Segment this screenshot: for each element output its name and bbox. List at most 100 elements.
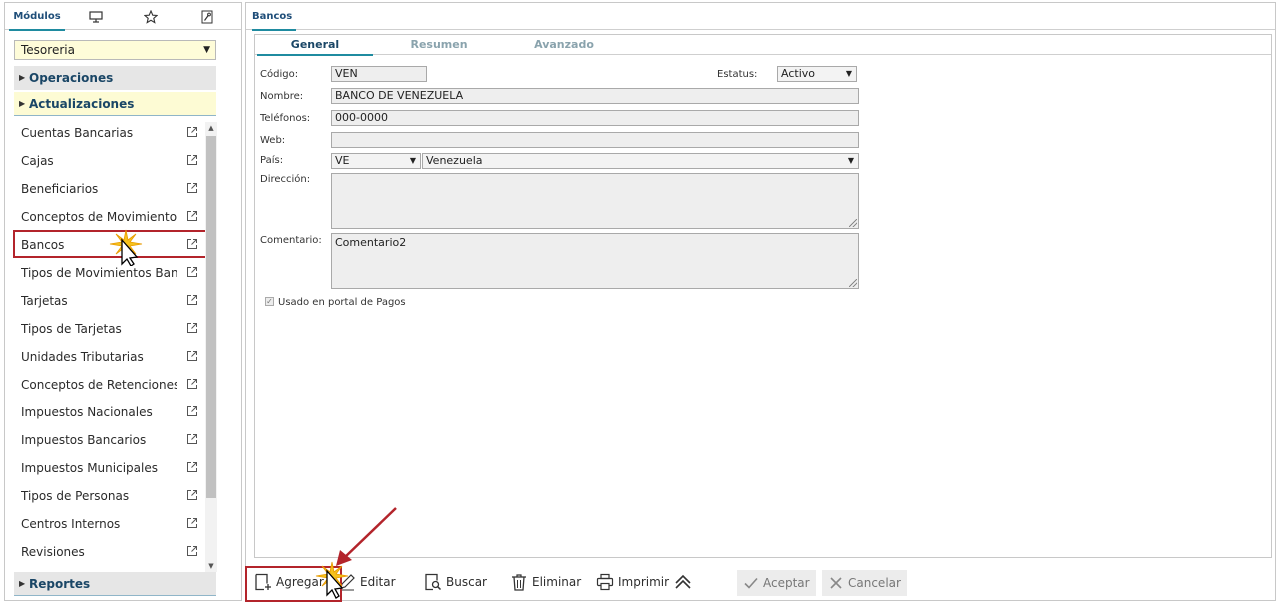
collapse-button[interactable] — [674, 567, 696, 597]
external-link-icon[interactable] — [186, 182, 198, 194]
comentario-label: Comentario: — [260, 235, 322, 246]
pais-code-select[interactable]: VE ▼ — [331, 153, 421, 169]
panel-title[interactable]: Bancos — [252, 3, 297, 31]
tab-resumen[interactable]: Resumen — [389, 35, 489, 55]
external-link-icon[interactable] — [186, 461, 198, 473]
agregar-button[interactable]: Agregar — [254, 567, 324, 597]
tab-general[interactable]: General — [257, 35, 373, 56]
menu-item-cajas[interactable]: Cajas — [14, 148, 204, 174]
menu-item-unidades-tributarias[interactable]: Unidades Tributarias — [14, 344, 204, 370]
external-link-icon[interactable] — [186, 517, 198, 529]
section-actualizaciones-label: Actualizaciones — [29, 97, 135, 111]
tab-desktop[interactable] — [71, 3, 121, 30]
comentario-textarea[interactable]: Comentario2 — [331, 233, 859, 289]
comentario-value: Comentario2 — [335, 236, 407, 249]
scroll-down-icon[interactable]: ▼ — [205, 560, 217, 572]
module-select[interactable]: Tesoreria ▼ — [14, 40, 216, 60]
external-link-icon[interactable] — [186, 154, 198, 166]
scrollbar-thumb[interactable] — [206, 136, 216, 498]
estatus-select[interactable]: Activo ▼ — [777, 66, 857, 82]
menu-item-tarjetas[interactable]: Tarjetas — [14, 288, 204, 314]
menu-item-tipos-de-tarjetas[interactable]: Tipos de Tarjetas — [14, 316, 204, 342]
menu-item-impuestos-bancarios[interactable]: Impuestos Bancarios — [14, 427, 204, 453]
menu-item-label: Tipos de Tarjetas — [21, 322, 122, 336]
menu-item-tipos-de-movimientos-bancarios[interactable]: Tipos de Movimientos Bancarios — [14, 260, 204, 286]
external-link-icon[interactable] — [186, 433, 198, 445]
web-field[interactable] — [331, 132, 859, 148]
menu-item-cuentas-bancarias[interactable]: Cuentas Bancarias — [14, 120, 204, 146]
dropdown-arrow-icon: ▼ — [203, 45, 210, 55]
menu-item-conceptos-de-movimientos[interactable]: Conceptos de Movimientos — [14, 204, 204, 230]
section-operaciones[interactable]: ▶ Operaciones — [14, 66, 216, 90]
left-tab-bar: Módulos — [5, 3, 241, 31]
menu-item-label: Impuestos Municipales — [21, 461, 158, 475]
cancelar-label: Cancelar — [848, 576, 901, 590]
tab-avanzado[interactable]: Avanzado — [509, 35, 619, 55]
caret-right-icon: ▶ — [19, 99, 26, 108]
direccion-textarea[interactable] — [331, 173, 859, 229]
tab-modulos[interactable]: Módulos — [5, 3, 69, 31]
portal-pagos-checkbox[interactable]: ✓ — [265, 297, 274, 306]
imprimir-label: Imprimir — [618, 575, 670, 589]
tab-tools[interactable] — [181, 3, 233, 30]
tab-favorites[interactable] — [125, 3, 177, 30]
editar-button[interactable]: Editar — [338, 567, 396, 597]
add-document-icon — [255, 573, 271, 591]
pais-name-value: Venezuela — [426, 154, 483, 167]
pais-label: País: — [260, 155, 284, 166]
caret-right-icon: ▶ — [19, 579, 26, 588]
scroll-up-icon[interactable]: ▲ — [205, 122, 217, 134]
telefonos-label: Teléfonos: — [260, 113, 311, 124]
menu-scrollbar[interactable]: ▲ ▼ — [205, 122, 217, 572]
section-reportes[interactable]: ▶ Reportes — [14, 572, 216, 596]
menu-item-label: Tipos de Personas — [21, 489, 130, 503]
section-actualizaciones[interactable]: ▶ Actualizaciones — [14, 92, 216, 116]
cancelar-button[interactable]: Cancelar — [822, 570, 907, 596]
menu-item-impuestos-municipales[interactable]: Impuestos Municipales — [14, 455, 204, 481]
external-link-icon[interactable] — [186, 378, 198, 390]
external-link-icon[interactable] — [186, 294, 198, 306]
external-link-icon[interactable] — [186, 489, 198, 501]
resize-grip-icon[interactable] — [849, 279, 857, 287]
imprimir-button[interactable]: Imprimir — [596, 567, 669, 597]
panel-header: Bancos — [246, 3, 1275, 31]
external-link-icon[interactable] — [186, 405, 198, 417]
telefonos-field[interactable]: 000-0000 — [331, 110, 859, 126]
menu-item-label: Impuestos Bancarios — [21, 433, 147, 447]
eliminar-button[interactable]: Eliminar — [510, 567, 581, 597]
trash-icon — [512, 574, 526, 591]
close-icon — [830, 577, 842, 589]
menu-item-bancos[interactable]: Bancos — [14, 232, 204, 258]
external-link-icon[interactable] — [186, 350, 198, 362]
external-link-icon[interactable] — [186, 322, 198, 334]
actualizaciones-menu-list: Cuentas Bancarias Cajas Beneficiarios Co… — [14, 118, 204, 570]
menu-item-label: Beneficiarios — [21, 182, 99, 196]
menu-item-label: Impuestos Nacionales — [21, 405, 153, 419]
estatus-label: Estatus: — [717, 69, 758, 80]
codigo-field[interactable]: VEN — [331, 66, 427, 82]
menu-item-label: Tarjetas — [21, 294, 68, 308]
external-link-icon[interactable] — [186, 266, 198, 278]
menu-item-label: Revisiones — [21, 545, 85, 559]
external-link-icon[interactable] — [186, 545, 198, 557]
resize-grip-icon[interactable] — [849, 219, 857, 227]
pais-name-select[interactable]: Venezuela ▼ — [422, 153, 859, 169]
menu-item-beneficiarios[interactable]: Beneficiarios — [14, 176, 204, 202]
menu-item-revisiones[interactable]: Revisiones — [14, 539, 204, 565]
external-link-icon[interactable] — [186, 126, 198, 138]
external-link-icon[interactable] — [186, 238, 198, 250]
edit-icon — [340, 574, 355, 591]
menu-item-tipos-de-personas[interactable]: Tipos de Personas — [14, 483, 204, 509]
menu-item-impuestos-nacionales[interactable]: Impuestos Nacionales — [14, 399, 204, 425]
menu-item-centros-internos[interactable]: Centros Internos — [14, 511, 204, 537]
search-document-icon — [425, 573, 442, 591]
menu-item-label: Unidades Tributarias — [21, 350, 144, 364]
menu-item-conceptos-de-retenciones[interactable]: Conceptos de Retenciones — [14, 372, 204, 398]
check-icon — [744, 577, 758, 589]
web-label: Web: — [260, 135, 286, 146]
aceptar-button[interactable]: Aceptar — [737, 570, 816, 596]
nombre-field[interactable]: BANCO DE VENEZUELA — [331, 88, 859, 104]
module-select-value: Tesoreria — [21, 43, 75, 57]
buscar-button[interactable]: Buscar — [424, 567, 487, 597]
external-link-icon[interactable] — [186, 210, 198, 222]
